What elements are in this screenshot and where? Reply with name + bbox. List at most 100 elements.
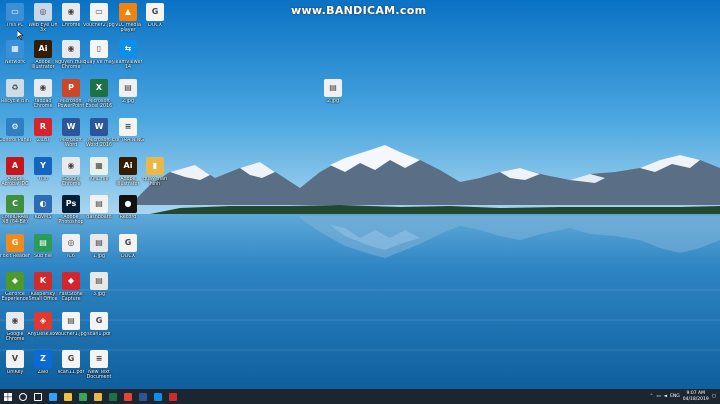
tray-arrow-icon[interactable]: ⌃ xyxy=(650,394,654,399)
windows-logo-icon xyxy=(3,392,12,401)
clock[interactable]: 9:07 AM 04/18/2019 xyxy=(683,391,709,402)
network-icon[interactable]: ▭ xyxy=(656,394,660,399)
desktop-icon[interactable]: V UniKey xyxy=(0,350,30,388)
notifications-icon[interactable]: ▢ xyxy=(712,394,716,399)
desktop-icon[interactable]: Ai Adobe Illustrator xyxy=(28,40,58,78)
docx-file-icon: G xyxy=(119,234,137,252)
desktop-icon[interactable]: ◎ IC6 xyxy=(56,234,86,272)
excel-icon: X xyxy=(90,79,108,97)
text-document-icon: ≡ xyxy=(90,350,108,368)
chrome2-task-icon[interactable] xyxy=(120,389,135,404)
desktop-icon[interactable]: Ai Adobe Illustrator xyxy=(113,157,143,195)
language-indicator[interactable]: ENG xyxy=(670,394,680,399)
desktop-icon[interactable]: G DOCX xyxy=(113,234,143,272)
control-panel-icon: ⚙ xyxy=(6,118,24,136)
chrome-icon: ◉ xyxy=(62,157,80,175)
desktop-icon[interactable]: ◐ KBVMS xyxy=(28,195,58,233)
desktop-icon[interactable]: ▯ quay ve may xyxy=(83,40,115,78)
desktop-icon-label: DOCX xyxy=(120,254,136,259)
start-button[interactable] xyxy=(0,389,15,404)
mouse-cursor-icon xyxy=(17,30,24,40)
desktop-icon[interactable]: ▦ Network xyxy=(0,40,30,78)
powerpoint-icon: P xyxy=(62,79,80,97)
desktop-icon-label: quay man hinh xyxy=(142,177,168,188)
desktop-icon[interactable]: ▮ quay man hinh xyxy=(140,157,170,195)
desktop-icon-label: Edi TRAINING xyxy=(111,138,144,143)
clock-date: 04/18/2019 xyxy=(682,396,709,402)
desktop-icon-label: 2.jpg xyxy=(327,99,339,104)
search-icon[interactable] xyxy=(15,389,30,404)
desktop-icon-label: TeamViewer 14 xyxy=(113,60,143,71)
desktop-icon[interactable]: ≡ Edi TRAINING xyxy=(111,118,144,156)
desktop-icon[interactable]: W Microsoft Word 2016 xyxy=(84,118,114,156)
desktop-icon[interactable]: ▦ XML file xyxy=(84,157,114,195)
teamviewer-task-icon[interactable] xyxy=(150,389,165,404)
desktop-icon[interactable]: ◉ Google Chrome xyxy=(0,312,30,350)
chrome-task-icon[interactable] xyxy=(75,389,90,404)
desktop-icon[interactable]: ⚙ Control Panel xyxy=(0,118,31,156)
desktop-icon[interactable]: ◉ taobao Chrome xyxy=(28,79,58,117)
desktop-icon-label: 2.jpg xyxy=(122,99,134,104)
desktop-icon[interactable]: ◎ Web Eye On 3x xyxy=(28,3,58,41)
desktop-icon[interactable]: ▤ voucher1.jpg xyxy=(55,312,87,350)
desktop-icon[interactable]: P Microsoft PowerPoint xyxy=(56,79,86,117)
desktop-icon[interactable]: A Adobe Acrobat DC xyxy=(0,157,30,195)
desktop-icon[interactable]: ⇆ TeamViewer 14 xyxy=(113,40,143,78)
desktop-icon[interactable]: G Foxit Reader xyxy=(0,234,30,272)
anydesk-icon: ◈ xyxy=(34,312,52,330)
desktop-icon-label: DOCX xyxy=(147,23,163,28)
desktop-icon[interactable]: K Kaspersky Small Office xyxy=(28,272,58,310)
desktop-icon[interactable]: ▭ This PC xyxy=(0,3,30,41)
desktop-icon[interactable]: R Zuzu xyxy=(28,118,58,156)
volume-icon[interactable]: ◄ xyxy=(664,394,667,399)
desktop-icon[interactable]: ◉ Google Chrome xyxy=(56,157,86,195)
desktop-icon[interactable]: ◉ Nguyen Hue - Chrome xyxy=(55,40,87,78)
desktop-icon[interactable]: Z Zalo xyxy=(28,350,58,388)
desktop-icon[interactable]: W Microsoft Word xyxy=(56,118,86,156)
photoshop-icon: Ps xyxy=(62,195,80,213)
green-app-icon: ▤ xyxy=(34,234,52,252)
desktop-icon[interactable]: X Microsoft Excel 2016 xyxy=(84,79,114,117)
desktop-icon[interactable]: ♻ Recycle Bin xyxy=(0,79,30,117)
word-task-icon[interactable] xyxy=(135,389,150,404)
desktop-icon[interactable]: Gscan1.pdf xyxy=(84,312,114,350)
bandicam-task-icon[interactable] xyxy=(165,389,180,404)
desktop: ▭ This PC ▦ Network ♻ Recycle Bin ⚙ Control Pan… xyxy=(0,0,720,404)
photoshop-task-icon[interactable] xyxy=(45,389,60,404)
desktop-icon[interactable]: ◆ GeForce Experience xyxy=(0,272,30,310)
excel-task-icon[interactable] xyxy=(105,389,120,404)
word-icon: W xyxy=(90,118,108,136)
desktop-icon[interactable]: C CorelDRAW X8 (64-Bit) xyxy=(0,195,30,233)
bandicam-watermark: www.BANDICAM.com xyxy=(291,4,427,17)
desktop-icon[interactable]: ▤ 2.jpg xyxy=(113,79,143,117)
acrobat-icon: A xyxy=(6,157,24,175)
desktop-icon-label: New Text Document xyxy=(86,370,112,381)
desktop-icon[interactable]: ▤ 1.jpg xyxy=(84,234,114,272)
desktop-icon[interactable]: ● Record xyxy=(113,195,143,233)
desktop-icon[interactable]: Y Ylilo xyxy=(28,157,58,195)
chrome-icon: ◉ xyxy=(6,312,24,330)
zuzu-icon: R xyxy=(34,118,52,136)
foxit-reader-icon: G xyxy=(6,234,24,252)
desktop-icon[interactable]: Ps Adobe Photoshop xyxy=(56,195,86,233)
desktop-icon[interactable]: Gscan11.pdf xyxy=(56,350,86,388)
kbvms-icon: ◐ xyxy=(34,195,52,213)
desktop-icon[interactable]: ▤ dashboard xyxy=(84,195,114,233)
desktop-icon[interactable]: ▤ 3.jpg xyxy=(84,272,114,310)
desktop-icon[interactable]: ▭ voucher2.jpg xyxy=(83,3,115,41)
text-file-icon: ≡ xyxy=(119,118,137,136)
folder-task-icon[interactable] xyxy=(90,389,105,404)
desktop-icon[interactable]: ◆ FastStone Capture xyxy=(56,272,86,310)
desktop-icon[interactable]: ▤ 2.jpg xyxy=(318,79,348,117)
desktop-icon[interactable]: ◉ Chrome xyxy=(56,3,86,41)
desktop-icon[interactable]: G DOCX xyxy=(140,3,170,41)
desktop-icon[interactable]: ▤ Sub file xyxy=(28,234,58,272)
pdf-file-icon: G xyxy=(62,350,80,368)
desktop-icon[interactable]: ▲ VLC media player xyxy=(113,3,143,41)
network-icon: ▦ xyxy=(6,40,24,58)
jpg-file-icon: ▤ xyxy=(90,272,108,290)
desktop-icon[interactable]: ≡ New Text Document xyxy=(84,350,114,388)
file-explorer-task-icon[interactable] xyxy=(60,389,75,404)
task-view-icon[interactable] xyxy=(30,389,45,404)
desktop-icon[interactable]: ◈ AnyDesk.exe xyxy=(27,312,59,350)
